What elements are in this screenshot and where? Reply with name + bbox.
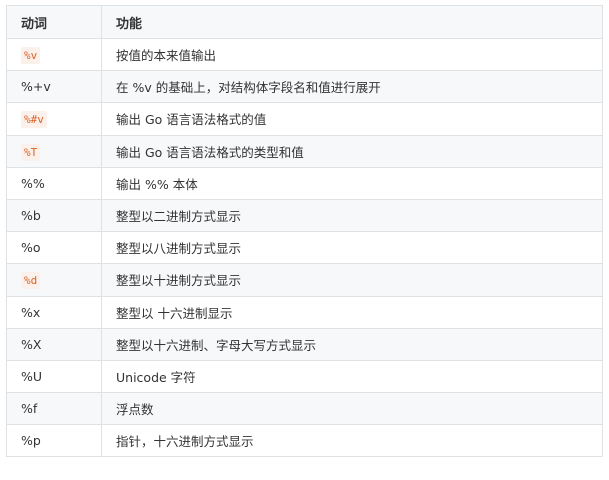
table-row: %b 整型以二进制方式显示 [6, 198, 603, 233]
description-cell: 输出 Go 语言语法格式的值 [101, 102, 603, 136]
table-row: %x 整型以 十六进制显示 [6, 295, 603, 329]
table-row: %% 输出 %% 本体 [6, 166, 603, 200]
verb-cell: %% [21, 175, 45, 191]
description-cell: 指针，十六进制方式显示 [101, 424, 603, 458]
description-cell: 输出 %% 本体 [101, 166, 603, 200]
header-function: 功能 [101, 5, 603, 39]
format-verbs-table: 动词 功能 %v 按值的本来值输出 %+v 在 %v 的基础上，对结构体字段名和值进… [6, 5, 603, 458]
header-verb: 动词 [6, 5, 102, 39]
description-cell: 输出 Go 语言语法格式的类型和值 [101, 134, 603, 168]
verb-cell: %d [21, 272, 41, 290]
table-row: %T 输出 Go 语言语法格式的类型和值 [6, 134, 603, 168]
table-row: %f 浮点数 [6, 392, 603, 426]
verb-cell: %p [21, 433, 41, 449]
table-row: %#v 输出 Go 语言语法格式的值 [6, 102, 603, 136]
verb-cell: %#v [21, 111, 47, 129]
verb-cell: %+v [21, 79, 51, 95]
verb-cell: %v [21, 47, 41, 65]
verb-cell: %o [21, 240, 41, 256]
description-cell: 按值的本来值输出 [101, 37, 603, 72]
description-cell: 整型以八进制方式显示 [101, 231, 603, 265]
table-row: %v 按值的本来值输出 [6, 37, 603, 72]
table-row: %p 指针，十六进制方式显示 [6, 424, 603, 458]
table-row: %U Unicode 字符 [6, 359, 603, 394]
description-cell: 整型以十六进制、字母大写方式显示 [101, 327, 603, 361]
description-cell: 在 %v 的基础上，对结构体字段名和值进行展开 [101, 70, 603, 104]
table-row: %o 整型以八进制方式显示 [6, 231, 603, 265]
table-row: %+v 在 %v 的基础上，对结构体字段名和值进行展开 [6, 70, 603, 104]
verb-cell: %b [21, 208, 41, 224]
table-header-row: 动词 功能 [6, 5, 603, 39]
table-row: %d 整型以十进制方式显示 [6, 263, 603, 297]
format-verbs-table-container: 动词 功能 %v 按值的本来值输出 %+v 在 %v 的基础上，对结构体字段名和值进… [6, 5, 603, 458]
verb-cell: %T [21, 143, 41, 161]
table-row: %X 整型以十六进制、字母大写方式显示 [6, 327, 603, 361]
verb-cell: %X [21, 336, 42, 352]
description-cell: 整型以 十六进制显示 [101, 295, 603, 329]
description-cell: Unicode 字符 [101, 359, 603, 394]
description-cell: 整型以二进制方式显示 [101, 198, 603, 233]
table-body: %v 按值的本来值输出 %+v 在 %v 的基础上，对结构体字段名和值进行展开 %#… [6, 37, 603, 458]
verb-cell: %f [21, 401, 38, 417]
description-cell: 整型以十进制方式显示 [101, 263, 603, 297]
verb-cell: %x [21, 304, 41, 320]
description-cell: 浮点数 [101, 392, 603, 426]
verb-cell: %U [21, 368, 43, 384]
